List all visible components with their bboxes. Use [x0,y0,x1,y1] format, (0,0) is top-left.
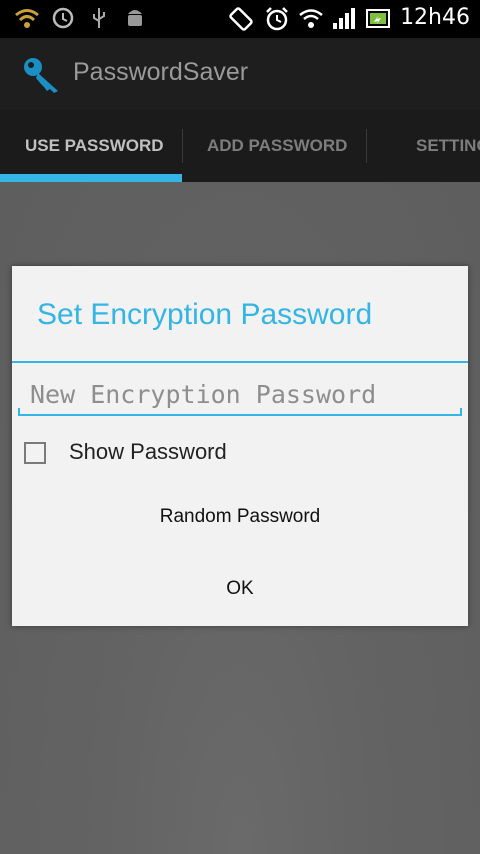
clock: 12h46 [400,5,470,30]
tab-divider [182,129,183,163]
wifi-icon [15,9,39,28]
ok-button[interactable]: OK [12,578,468,600]
cell-signal-icon [333,8,355,29]
wifi-signal-icon [299,9,323,28]
battery-icon [366,9,390,28]
status-bar: 12h46 [0,0,480,38]
dialog-title: Set Encryption Password [37,298,373,331]
key-icon [24,58,58,93]
tab-use-password[interactable]: USE PASSWORD [25,110,164,182]
show-password-checkbox[interactable] [24,442,46,464]
android-debug-icon [128,10,142,26]
dialog-title-divider [12,361,468,363]
sync-icon [52,7,74,29]
input-underline [18,414,462,416]
random-password-button[interactable]: Random Password [12,506,468,528]
alarm-icon [266,7,288,31]
encryption-password-input[interactable] [18,372,462,416]
screen-rotation-icon [229,7,253,31]
input-underline-right-tick [460,408,462,416]
action-bar: PasswordSaver [0,38,480,110]
app-title: PasswordSaver [73,58,249,86]
usb-icon [93,8,105,28]
tab-settings[interactable]: SETTINGS [416,110,480,182]
tab-divider [366,129,367,163]
active-tab-indicator [0,174,182,182]
tab-bar: USE PASSWORD ADD PASSWORD SETTINGS [0,110,480,182]
show-password-label[interactable]: Show Password [69,439,227,465]
tab-add-password[interactable]: ADD PASSWORD [207,110,347,182]
input-underline-left-tick [18,408,20,416]
encryption-password-dialog: Set Encryption Password Show Password Ra… [12,266,468,626]
